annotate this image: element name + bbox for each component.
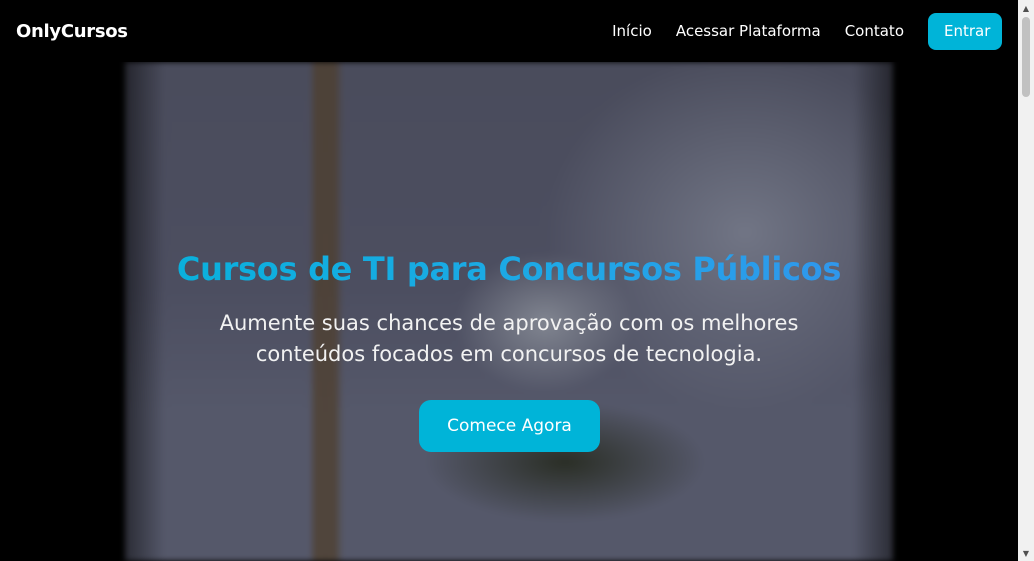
nav-links: Início Acessar Plataforma Contato Entrar: [612, 12, 1002, 50]
vertical-scrollbar[interactable]: ▲ ▼: [1018, 0, 1034, 561]
hero-subtitle: Aumente suas chances de aprovação com os…: [219, 311, 799, 366]
chevron-down-icon[interactable]: ▼: [1018, 545, 1034, 561]
page: OnlyCursos Início Acessar Plataforma Con…: [0, 0, 1034, 561]
nav-link-inicio[interactable]: Início: [612, 22, 652, 40]
hero-section: Cursos de TI para Concursos Públicos Aum…: [0, 62, 1018, 561]
enter-button[interactable]: Entrar: [928, 12, 1002, 50]
brand-logo[interactable]: OnlyCursos: [16, 21, 128, 42]
scrollbar-thumb[interactable]: [1022, 17, 1030, 97]
nav-link-contato[interactable]: Contato: [845, 22, 904, 40]
chevron-up-icon[interactable]: ▲: [1018, 0, 1034, 16]
navbar: OnlyCursos Início Acessar Plataforma Con…: [0, 0, 1018, 62]
nav-link-acessar-plataforma[interactable]: Acessar Plataforma: [676, 22, 821, 40]
hero-content: Cursos de TI para Concursos Públicos Aum…: [0, 62, 1018, 561]
hero-title: Cursos de TI para Concursos Públicos: [0, 250, 1018, 288]
start-now-button[interactable]: Comece Agora: [419, 400, 600, 452]
